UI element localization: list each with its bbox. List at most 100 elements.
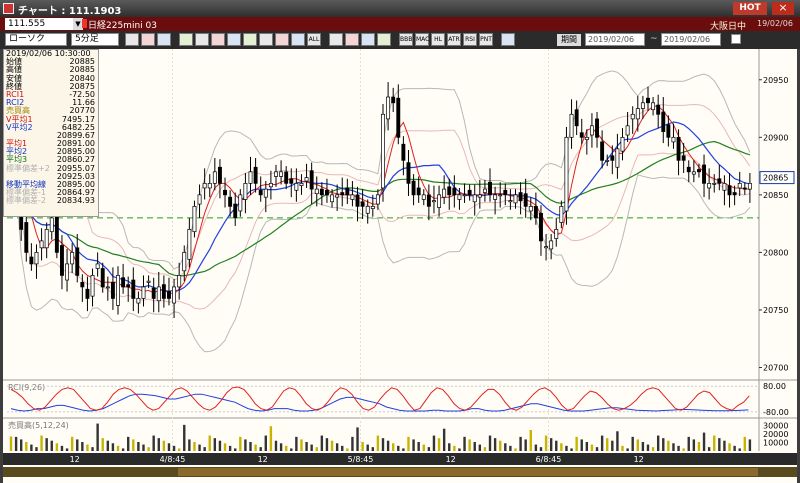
sma-icon[interactable] — [345, 33, 359, 46]
chart-toolbar: ローソク 5分足 ALL BBB MAC HL ATR RSI PNT 期間 2019/02… — [0, 31, 800, 49]
volume-bar — [35, 447, 38, 451]
current-price-label: 20865 — [763, 174, 788, 183]
candle-body — [640, 102, 645, 109]
volume-bar — [55, 443, 59, 451]
volume-bar — [483, 447, 487, 451]
volume-bar — [106, 440, 110, 451]
date-to-input[interactable]: 2019/02/06 — [661, 33, 721, 46]
text-icon[interactable] — [259, 33, 273, 46]
candle-body — [100, 268, 105, 288]
candle-body — [95, 263, 100, 269]
interval-select[interactable]: 5分足 — [71, 33, 119, 46]
rect-icon[interactable] — [227, 33, 241, 46]
volume-bar — [519, 436, 522, 451]
volume-bar — [641, 442, 645, 451]
candle-body — [126, 284, 131, 288]
info-row-label: 標準偏差-2 — [6, 196, 46, 206]
chart-area[interactable]: 20950 20900 20850 20800 20750 20700 20865 RCI(9… — [3, 49, 797, 483]
candle-body — [488, 181, 492, 196]
volume-bar — [30, 444, 33, 451]
chart-type-select[interactable]: ローソク — [5, 33, 67, 46]
color-icon[interactable] — [361, 33, 375, 46]
candle-body — [243, 183, 248, 200]
volume-bar — [534, 444, 538, 451]
candle-body — [656, 104, 661, 115]
market-date: 19/02/06 — [757, 19, 793, 28]
hot-badge[interactable]: HOT — [733, 2, 767, 15]
volume-bar — [718, 438, 721, 451]
candle-body — [498, 194, 503, 197]
candle-body — [533, 206, 538, 219]
rsi-icon[interactable]: RSI — [463, 33, 477, 46]
chart-window: チャート : 111.1903 HOT × 111.555 ▼ 日経225min… — [0, 0, 800, 483]
volume-bar — [172, 445, 176, 451]
volume-bar — [325, 438, 329, 451]
candle-body — [263, 188, 268, 198]
mac-icon[interactable]: MAC — [415, 33, 429, 46]
pnt-icon[interactable]: PNT — [479, 33, 493, 46]
volume-bar — [662, 438, 665, 451]
close-button[interactable]: × — [772, 2, 794, 15]
candle-body — [54, 215, 59, 253]
candle-body — [686, 166, 691, 173]
price-tick-label: 20750 — [763, 306, 788, 315]
date-to-value: 2019/02/06 — [664, 35, 711, 44]
info-row-label: 標準偏差+2 — [6, 163, 50, 173]
candle-body — [80, 281, 85, 288]
candle-body — [44, 229, 49, 249]
pen-icon[interactable] — [377, 33, 391, 46]
title-bar[interactable]: チャート : 111.1903 HOT × — [0, 0, 800, 17]
candle-body — [182, 252, 187, 272]
volume-bar — [361, 442, 364, 451]
date-from-input[interactable]: 2019/02/06 — [585, 33, 645, 46]
scroll-thumb[interactable] — [178, 468, 758, 476]
candle-body — [661, 111, 666, 132]
volume-bar — [284, 445, 288, 451]
instrument-name: 日経225mini 03 — [88, 21, 157, 31]
trend-icon[interactable] — [275, 33, 289, 46]
candle-body — [437, 194, 442, 208]
atr-icon[interactable]: ATR — [447, 33, 461, 46]
candle-body — [472, 194, 477, 203]
period-checkbox[interactable] — [731, 34, 741, 44]
candle-body — [223, 189, 227, 196]
line-icon[interactable] — [195, 33, 209, 46]
candle-body — [747, 183, 752, 190]
candle-body — [330, 194, 334, 203]
candle-body — [564, 136, 569, 212]
bar-icon[interactable] — [329, 33, 343, 46]
grid-icon[interactable] — [157, 33, 171, 46]
bb-icon[interactable]: BBB — [399, 33, 413, 46]
volume-bar — [397, 445, 400, 451]
opt-icon[interactable] — [501, 33, 515, 46]
instrument-bar: 111.555 ▼ 日経225mini 03 大阪日中 19/02/06 — [0, 17, 800, 32]
zoom-icon[interactable] — [141, 33, 155, 46]
volume-bar — [341, 445, 344, 451]
volume-bar — [198, 444, 201, 451]
all-icon[interactable]: ALL — [307, 33, 321, 46]
volume-bar — [25, 442, 28, 451]
volume-bar — [203, 447, 206, 451]
candle-body — [421, 194, 426, 200]
info-row: 標準偏差-2 20834.93 — [4, 197, 98, 205]
time-axis-label: 12 — [634, 455, 644, 464]
erase-icon[interactable] — [291, 33, 305, 46]
cross-icon[interactable] — [179, 33, 193, 46]
arrow-icon[interactable] — [243, 33, 257, 46]
hl-icon[interactable]: HL — [431, 33, 445, 46]
volume-bar — [458, 448, 461, 451]
volume-bar — [391, 443, 395, 451]
instrument-code-input[interactable]: 111.555 ▼ — [5, 18, 83, 30]
candle-body — [116, 275, 120, 306]
volume-bar — [300, 439, 303, 451]
candle-body — [523, 193, 528, 207]
candle-body — [717, 178, 722, 184]
volume-bar — [631, 436, 634, 451]
search-icon[interactable] — [125, 33, 139, 46]
chart-canvas[interactable]: 20950209002085020800207502070020865RCI(9… — [3, 49, 797, 483]
candle-body — [635, 108, 640, 120]
fibo-icon[interactable] — [211, 33, 225, 46]
volume-bar — [239, 436, 242, 451]
volume-bar — [743, 436, 747, 451]
candle-body — [319, 188, 324, 196]
